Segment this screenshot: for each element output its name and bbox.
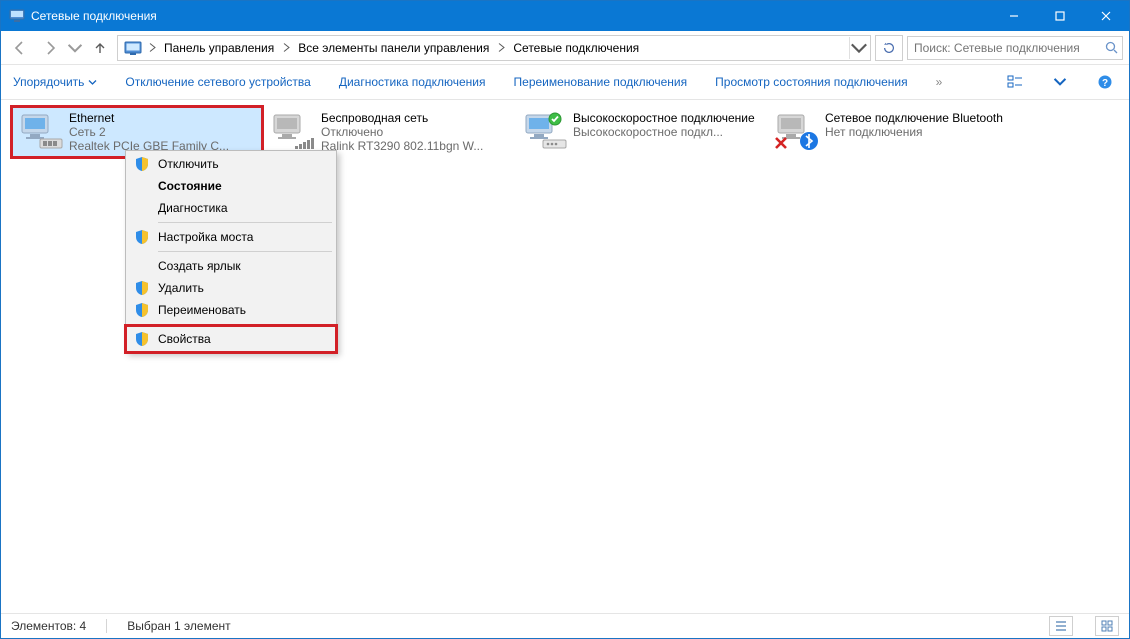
shield-icon — [134, 331, 150, 347]
menu-label: Диагностика — [158, 201, 228, 215]
ethernet-icon — [17, 111, 63, 151]
view-options-button[interactable] — [1001, 69, 1029, 95]
organize-label: Упорядочить — [13, 75, 84, 89]
status-bar: Элементов: 4 Выбран 1 элемент — [1, 613, 1129, 638]
view-dropdown-button[interactable] — [1053, 69, 1067, 95]
close-button[interactable] — [1083, 1, 1129, 31]
menu-item-disable[interactable]: Отключить — [128, 153, 334, 175]
connection-item-bluetooth[interactable]: Сетевое подключение Bluetooth Нет подклю… — [769, 108, 1017, 156]
wireless-icon — [269, 111, 315, 151]
shield-icon — [134, 156, 150, 172]
shield-icon — [134, 229, 150, 245]
back-button[interactable] — [7, 35, 33, 61]
breadcrumb-dropdown-button[interactable] — [849, 37, 868, 59]
search-icon — [1105, 41, 1118, 54]
window-title: Сетевые подключения — [31, 9, 991, 23]
menu-label: Свойства — [158, 332, 211, 346]
up-button[interactable] — [87, 35, 113, 61]
control-panel-icon — [124, 39, 142, 57]
organize-button[interactable]: Упорядочить — [11, 71, 99, 93]
connection-name: Высокоскоростное подключение — [573, 111, 755, 125]
diagnose-button[interactable]: Диагностика подключения — [337, 71, 488, 93]
refresh-button[interactable] — [875, 35, 903, 61]
titlebar: Сетевые подключения — [1, 1, 1129, 31]
connection-device: Высокоскоростное подкл... — [573, 125, 755, 139]
breadcrumb[interactable]: Панель управления Все элементы панели уп… — [117, 35, 871, 61]
context-menu: Отключить Состояние Диагностика Настройк… — [125, 150, 337, 353]
rename-connection-button[interactable]: Переименование подключения — [512, 71, 690, 93]
forward-button[interactable] — [37, 35, 63, 61]
breadcrumb-sep-icon[interactable] — [280, 38, 292, 58]
menu-separator — [158, 222, 332, 223]
connection-device: Ralink RT3290 802.11bgn W... — [321, 139, 483, 153]
svg-text:?: ? — [1102, 78, 1108, 89]
status-separator — [106, 619, 107, 633]
breadcrumb-sep-icon[interactable] — [495, 38, 507, 58]
menu-item-rename[interactable]: Переименовать — [128, 299, 334, 321]
menu-item-properties[interactable]: Свойства — [128, 328, 334, 350]
command-label: Диагностика подключения — [339, 75, 486, 89]
menu-label: Удалить — [158, 281, 204, 295]
connection-name: Сетевое подключение Bluetooth — [825, 111, 1003, 125]
status-item-count: Элементов: 4 — [11, 619, 86, 633]
command-label: Переименование подключения — [514, 75, 688, 89]
menu-separator — [158, 324, 332, 325]
menu-separator — [158, 251, 332, 252]
app-icon — [9, 8, 25, 24]
shield-icon — [134, 280, 150, 296]
help-button[interactable]: ? — [1091, 69, 1119, 95]
minimize-button[interactable] — [991, 1, 1037, 31]
connection-item-broadband[interactable]: Высокоскоростное подключение Высокоскоро… — [517, 108, 765, 156]
breadcrumb-item[interactable]: Все элементы панели управления — [292, 37, 495, 59]
menu-item-status[interactable]: Состояние — [128, 175, 334, 197]
menu-item-shortcut[interactable]: Создать ярлык — [128, 255, 334, 277]
breadcrumb-item[interactable]: Сетевые подключения — [507, 37, 645, 59]
breadcrumb-sep-icon[interactable] — [146, 38, 158, 58]
menu-item-bridge[interactable]: Настройка моста — [128, 226, 334, 248]
menu-item-delete[interactable]: Удалить — [128, 277, 334, 299]
view-status-button[interactable]: Просмотр состояния подключения — [713, 71, 909, 93]
history-dropdown-button[interactable] — [67, 35, 83, 61]
status-selection: Выбран 1 элемент — [127, 619, 230, 633]
connection-item-ethernet[interactable]: Ethernet Сеть 2 Realtek PCIe GBE Family … — [13, 108, 261, 156]
command-label: Просмотр состояния подключения — [715, 75, 907, 89]
large-icons-view-button[interactable] — [1095, 616, 1119, 636]
search-input[interactable] — [912, 40, 1105, 56]
connection-name: Ethernet — [69, 111, 229, 125]
disable-device-button[interactable]: Отключение сетевого устройства — [123, 71, 312, 93]
menu-label: Состояние — [158, 179, 222, 193]
menu-label: Отключить — [158, 157, 219, 171]
menu-label: Переименовать — [158, 303, 246, 317]
details-view-button[interactable] — [1049, 616, 1073, 636]
content-area: Ethernet Сеть 2 Realtek PCIe GBE Family … — [1, 100, 1129, 613]
connection-status: Отключено — [321, 125, 483, 139]
chevron-down-icon — [88, 78, 97, 87]
broadband-icon — [521, 111, 567, 151]
search-box[interactable] — [907, 36, 1123, 60]
command-label: Отключение сетевого устройства — [125, 75, 310, 89]
bluetooth-icon — [773, 111, 819, 151]
connection-device: Нет подключения — [825, 125, 1003, 139]
maximize-button[interactable] — [1037, 1, 1083, 31]
connection-item-wireless[interactable]: Беспроводная сеть Отключено Ralink RT329… — [265, 108, 513, 156]
more-commands-button[interactable]: » — [934, 71, 945, 93]
breadcrumb-item[interactable]: Панель управления — [158, 37, 280, 59]
connection-status: Сеть 2 — [69, 125, 229, 139]
shield-icon — [134, 302, 150, 318]
menu-label: Создать ярлык — [158, 259, 241, 273]
connection-name: Беспроводная сеть — [321, 111, 483, 125]
menu-item-diagnose[interactable]: Диагностика — [128, 197, 334, 219]
command-bar: Упорядочить Отключение сетевого устройст… — [1, 65, 1129, 100]
navigation-bar: Панель управления Все элементы панели уп… — [1, 31, 1129, 65]
window: Сетевые подключения — [0, 0, 1130, 639]
menu-label: Настройка моста — [158, 230, 253, 244]
